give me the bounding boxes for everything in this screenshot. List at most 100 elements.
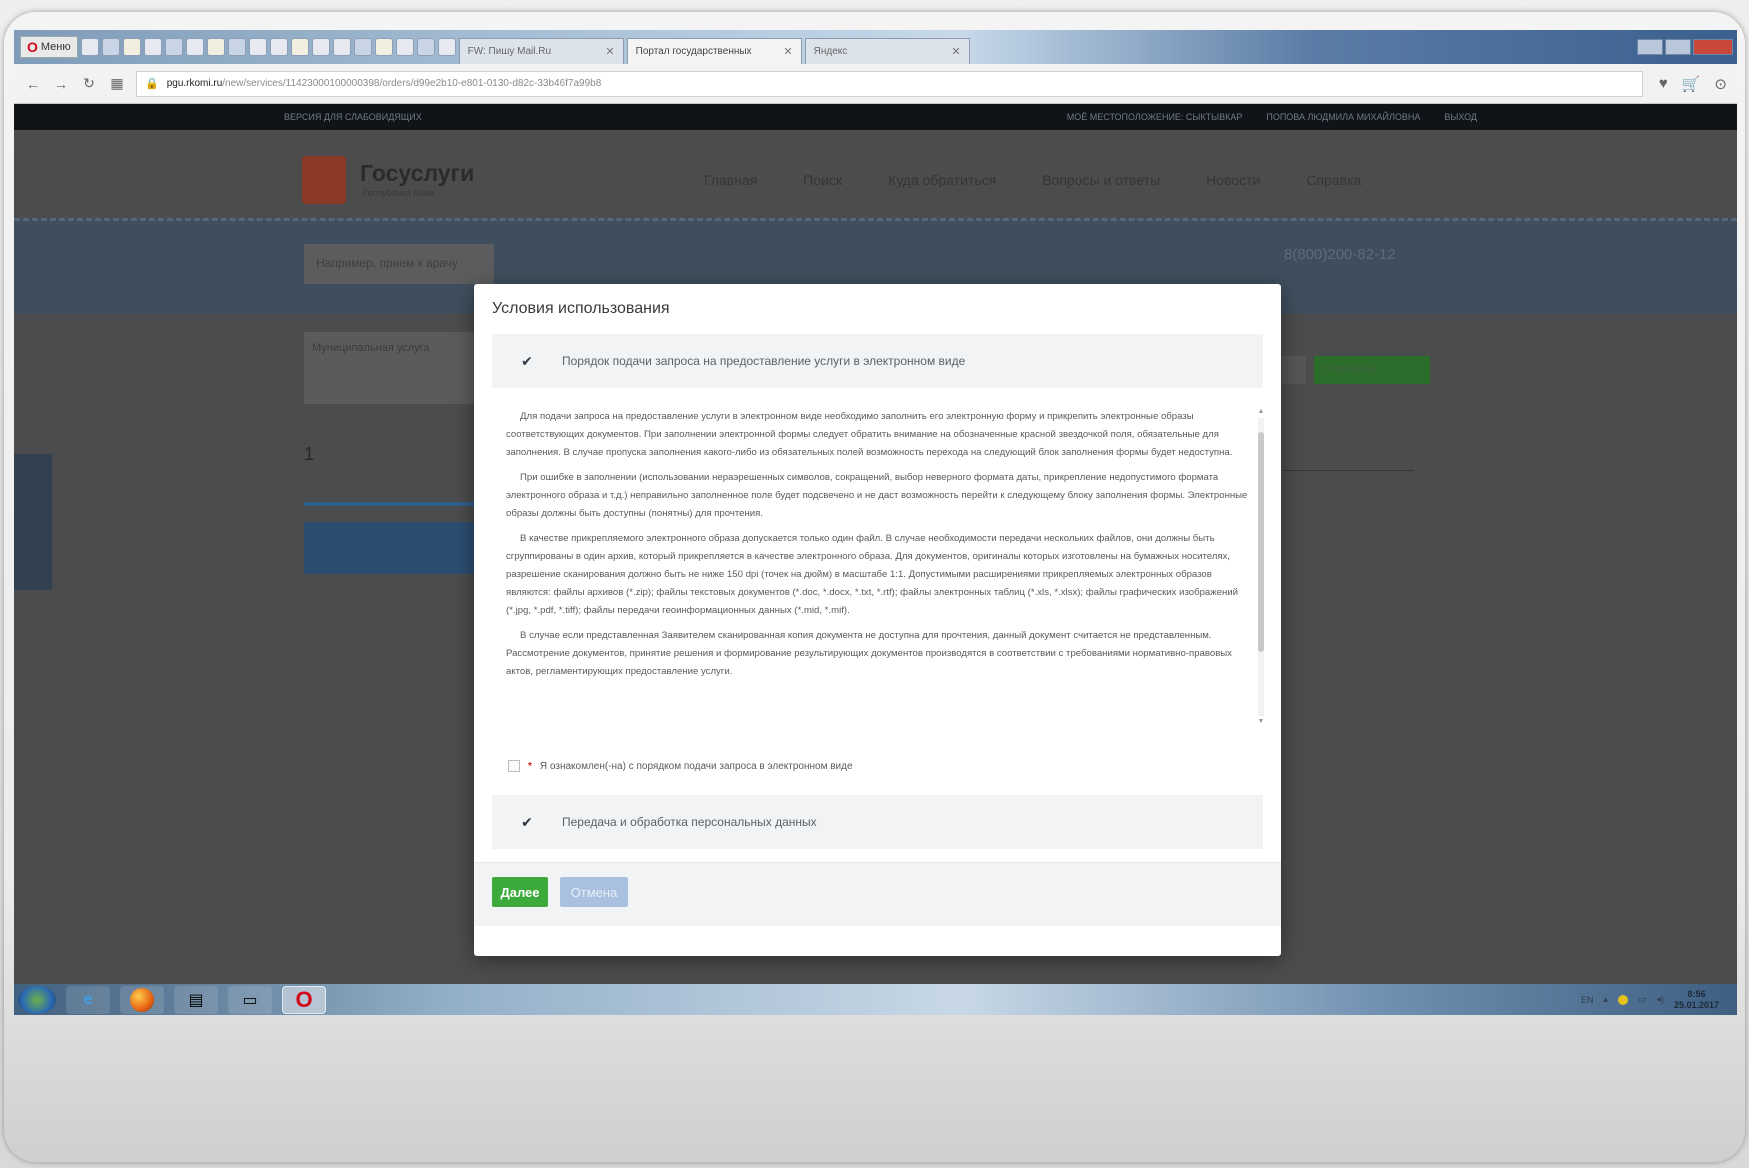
service-card-title: Муниципальная услуга bbox=[312, 342, 430, 354]
reload-icon[interactable]: ↻ bbox=[80, 75, 98, 92]
maximize-button[interactable] bbox=[1665, 39, 1691, 55]
speed-dial-icon[interactable] bbox=[122, 38, 141, 56]
accordion-title: Порядок подачи запроса на предоставление… bbox=[562, 354, 966, 368]
feedback-side-tab[interactable] bbox=[14, 454, 52, 590]
speed-dial-icon[interactable] bbox=[290, 38, 309, 56]
low-vision-link[interactable]: ВЕРСИЯ ДЛЯ СЛАБОВИДЯЩИХ bbox=[284, 112, 422, 122]
forward-icon[interactable]: → bbox=[52, 76, 70, 92]
ie-icon: e bbox=[83, 990, 93, 1008]
cancel-button[interactable]: Отмена bbox=[560, 877, 628, 907]
form-block bbox=[304, 522, 474, 574]
step-progress-line bbox=[304, 502, 474, 506]
taskbar-opera[interactable]: O bbox=[282, 985, 326, 1014]
system-tray: EN ▴ ▭ ◂) 8:56 25.01.2017 bbox=[1581, 989, 1737, 1011]
speed-dial-grid-icon[interactable]: ▦ bbox=[108, 75, 126, 92]
site-header: Госуслуги Республика Коми Главная Поиск … bbox=[14, 130, 1737, 218]
speed-dial-icon[interactable] bbox=[227, 38, 246, 56]
browser-tab-active[interactable]: Портал государственных ✕ bbox=[626, 38, 802, 64]
speed-dial-icon[interactable] bbox=[437, 38, 456, 56]
nav-search[interactable]: Поиск bbox=[803, 172, 842, 188]
accordion-application-procedure[interactable]: ✔ Порядок подачи запроса на предоставлен… bbox=[492, 334, 1263, 388]
lock-icon: 🔒 bbox=[145, 78, 159, 90]
nav-help[interactable]: Справка bbox=[1306, 172, 1361, 188]
taskbar-word[interactable]: ▤ bbox=[174, 985, 218, 1014]
speed-dial-icon[interactable] bbox=[143, 38, 162, 56]
opera-icon: O bbox=[27, 39, 38, 55]
taskbar-firefox[interactable] bbox=[120, 985, 164, 1014]
word-icon: ▤ bbox=[188, 991, 204, 1009]
cart-icon[interactable]: 🛒 bbox=[1682, 75, 1701, 93]
download-icon[interactable]: ⊙ bbox=[1714, 75, 1727, 93]
close-icon[interactable]: ✕ bbox=[783, 45, 792, 58]
tray-app-icon[interactable] bbox=[1617, 994, 1628, 1005]
exit-link[interactable]: ВЫХОД bbox=[1444, 112, 1477, 122]
location-link[interactable]: МОЁ МЕСТОПОЛОЖЕНИЕ: СЫКТЫВКАР bbox=[1067, 112, 1243, 122]
checkmark-icon: ✔ bbox=[521, 352, 533, 369]
tab-label: FW: Пишу Mail.Ru bbox=[467, 46, 552, 57]
language-indicator[interactable]: EN bbox=[1581, 995, 1594, 1005]
speed-dial-icon[interactable] bbox=[269, 38, 288, 56]
network-icon[interactable]: ▭ bbox=[1638, 994, 1647, 1005]
next-button[interactable]: Далее bbox=[492, 877, 548, 907]
main-nav: Главная Поиск Куда обратиться Вопросы и … bbox=[704, 172, 1361, 188]
clock-date: 25.01.2017 bbox=[1673, 999, 1719, 1010]
agree-label[interactable]: Я ознакомлен(-на) с порядком подачи запр… bbox=[540, 761, 853, 772]
taskbar-explorer[interactable]: ▭ bbox=[228, 985, 272, 1014]
browser-tab[interactable]: FW: Пишу Mail.Ru ✕ bbox=[458, 38, 624, 64]
address-bar-actions: ♥ 🛒 ⊙ bbox=[1659, 75, 1727, 93]
agree-checkbox-row[interactable]: * Я ознакомлен(-на) с порядком подачи за… bbox=[508, 760, 853, 772]
user-link[interactable]: ПОПОВА ЛЮДМИЛА МИХАЙЛОВНА bbox=[1266, 112, 1420, 122]
terms-scrollbar[interactable]: ▲ ▼ bbox=[1256, 408, 1266, 728]
clock[interactable]: 8:56 25.01.2017 bbox=[1674, 989, 1719, 1011]
nav-news[interactable]: Новости bbox=[1206, 172, 1260, 188]
browser-tab[interactable]: Яндекс ✕ bbox=[804, 38, 970, 64]
heart-icon[interactable]: ♥ bbox=[1659, 75, 1668, 93]
taskbar-ie[interactable]: e bbox=[66, 985, 110, 1014]
terms-paragraph: Для подачи запроса на предоставление усл… bbox=[506, 411, 1233, 458]
agree-checkbox[interactable] bbox=[508, 760, 520, 772]
scroll-thumb[interactable] bbox=[1258, 432, 1264, 652]
speed-dial-icon[interactable] bbox=[164, 38, 183, 56]
speed-dial-icon[interactable] bbox=[248, 38, 267, 56]
scroll-up-icon[interactable]: ▲ bbox=[1256, 408, 1266, 415]
speed-dial-icon[interactable] bbox=[185, 38, 204, 56]
gosuslugi-page: ВЕРСИЯ ДЛЯ СЛАБОВИДЯЩИХ МОЁ МЕСТОПОЛОЖЕН… bbox=[14, 104, 1737, 984]
volume-icon[interactable]: ◂) bbox=[1656, 994, 1664, 1005]
speed-dial-icon[interactable] bbox=[353, 38, 372, 56]
nav-home[interactable]: Главная bbox=[704, 172, 757, 188]
minimize-button[interactable] bbox=[1637, 39, 1663, 55]
start-button[interactable] bbox=[18, 985, 56, 1014]
send-button-label: Отправить bbox=[1322, 363, 1377, 375]
nav-where-to-apply[interactable]: Куда обратиться bbox=[888, 172, 996, 188]
site-logo-title[interactable]: Госуслуги bbox=[360, 160, 474, 187]
divider bbox=[1284, 470, 1414, 471]
accordion-personal-data[interactable]: ✔ Передача и обработка персональных данн… bbox=[492, 795, 1263, 849]
windows-taskbar: e ▤ ▭ O EN ▴ ▭ ◂) 8:56 25.01.2017 bbox=[14, 984, 1737, 1015]
url-field[interactable]: 🔒 pgu.rkomi.ru/new/services/114230001000… bbox=[136, 70, 1643, 97]
speed-dial-icon[interactable] bbox=[206, 38, 225, 56]
firefox-icon bbox=[130, 987, 154, 1012]
menu-label: Меню bbox=[40, 41, 71, 53]
coat-of-arms-icon bbox=[302, 156, 346, 204]
speed-dial-icon[interactable] bbox=[80, 38, 99, 56]
close-icon[interactable]: ✕ bbox=[605, 45, 614, 58]
slide-frame: O Меню FW: Пишу Mail.Ru ✕ Портал государ… bbox=[4, 12, 1745, 1162]
window-close-button[interactable] bbox=[1693, 39, 1733, 55]
nav-faq[interactable]: Вопросы и ответы bbox=[1042, 172, 1160, 188]
close-icon[interactable]: ✕ bbox=[951, 45, 960, 58]
tab-label: Портал государственных bbox=[635, 46, 752, 57]
back-icon[interactable]: ← bbox=[24, 76, 42, 92]
speed-dial-icon[interactable] bbox=[311, 38, 330, 56]
site-search-input[interactable]: Например, прием к врачу bbox=[304, 244, 494, 284]
speed-dial-icon[interactable] bbox=[101, 38, 120, 56]
opera-menu-button[interactable]: O Меню bbox=[20, 36, 78, 58]
speed-dial-icon[interactable] bbox=[374, 38, 393, 56]
scroll-down-icon[interactable]: ▼ bbox=[1256, 718, 1266, 725]
tab-label: Яндекс bbox=[813, 46, 848, 57]
screenshot: O Меню FW: Пишу Mail.Ru ✕ Портал государ… bbox=[14, 30, 1737, 1015]
send-button[interactable]: Отправить bbox=[1314, 356, 1430, 384]
tray-arrow-icon[interactable]: ▴ bbox=[1603, 994, 1608, 1005]
speed-dial-icon[interactable] bbox=[416, 38, 435, 56]
speed-dial-icon[interactable] bbox=[332, 38, 351, 56]
speed-dial-icon[interactable] bbox=[395, 38, 414, 56]
